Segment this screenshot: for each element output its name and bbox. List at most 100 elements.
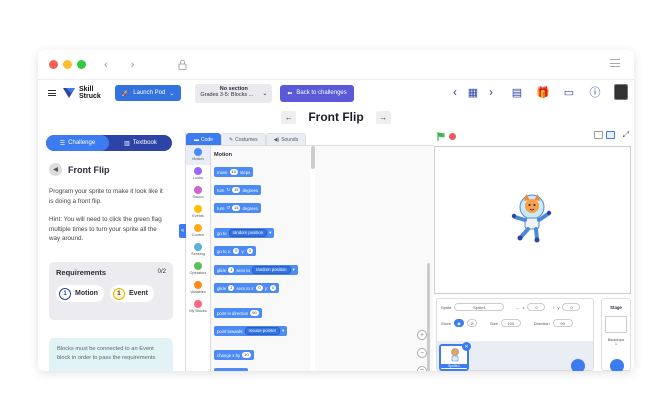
block-input[interactable]: 0: [246, 248, 253, 254]
speaker-icon[interactable]: ◀: [49, 163, 62, 176]
next-challenge-button[interactable]: →: [375, 110, 391, 124]
block-text: glide: [217, 285, 227, 291]
x-input[interactable]: 0: [527, 303, 546, 311]
vertical-arrows-icon: ↕: [552, 304, 555, 310]
chevron-right-icon[interactable]: ›: [484, 85, 498, 99]
block-glide-to[interactable]: glide 1 secs to random position ▾: [214, 265, 298, 275]
block-turn-left[interactable]: turn ↺ 15 degrees: [214, 203, 261, 213]
block-glide-to-xy[interactable]: glide 1 secs to x: 0 y: 0: [214, 283, 280, 293]
green-flag-icon[interactable]: [437, 132, 445, 141]
add-backdrop-button[interactable]: [610, 359, 624, 371]
category-my-blocks[interactable]: My Blocks: [186, 298, 210, 317]
direction-input[interactable]: 90: [552, 319, 573, 327]
block-go-to-xy[interactable]: go to x: 0 y: 0: [214, 246, 256, 256]
collapse-panel-icon[interactable]: «: [179, 224, 186, 238]
show-hidden-icon[interactable]: ⊘: [467, 319, 478, 327]
stage-thumbnail[interactable]: [605, 316, 627, 333]
show-visible-icon[interactable]: ◉: [454, 319, 465, 327]
category-sensing[interactable]: Sensing: [186, 241, 210, 260]
block-turn-right[interactable]: turn ↻ 15 degrees: [214, 185, 261, 195]
help-icon[interactable]: ⓘ: [588, 85, 602, 99]
astronaut-cat-sprite[interactable]: [505, 191, 555, 243]
gift-icon[interactable]: 🎁: [536, 85, 550, 99]
tab-challenge[interactable]: ☰ Challenge: [46, 135, 109, 151]
zoom-out-icon[interactable]: −: [417, 348, 427, 358]
large-stage-icon[interactable]: [606, 131, 615, 139]
tab-textbook[interactable]: ▥ Textbook: [109, 135, 172, 151]
tab-sounds[interactable]: ◀) Sounds: [265, 133, 307, 145]
category-variables[interactable]: Variables: [186, 279, 210, 298]
block-text: secs to: [236, 267, 250, 273]
category-dot-icon: [194, 224, 202, 232]
stage-canvas[interactable]: [434, 146, 631, 294]
monitor-icon[interactable]: ▭: [562, 85, 576, 99]
block-input[interactable]: 0: [270, 285, 277, 291]
block-go-to[interactable]: go to random position ▾: [214, 228, 275, 238]
zoom-in-icon[interactable]: +: [417, 330, 427, 340]
tab-code[interactable]: ▬ Code: [186, 133, 221, 145]
category-looks[interactable]: Looks: [186, 165, 210, 184]
block-input[interactable]: 15: [232, 205, 241, 211]
sprite-name-input[interactable]: Sprite1: [454, 303, 505, 311]
chevron-down-icon: ▾: [282, 328, 285, 333]
block-input[interactable]: 10: [229, 169, 238, 175]
list-icon: ☰: [59, 140, 66, 147]
delete-sprite-icon[interactable]: ✕: [462, 342, 471, 351]
tab-costumes[interactable]: ✎ Costumes: [220, 133, 266, 145]
hamburger-menu-icon[interactable]: [48, 90, 56, 96]
block-partial[interactable]: [214, 368, 248, 371]
browser-menu-icon[interactable]: [610, 59, 620, 67]
minimize-window-button[interactable]: [63, 60, 72, 69]
notes-icon[interactable]: ▤: [510, 85, 524, 99]
category-sound[interactable]: Sound: [186, 184, 210, 203]
code-icon: ▬: [194, 136, 199, 143]
block-move-steps[interactable]: move 10 steps: [214, 167, 254, 177]
tab-costumes-label: Costumes: [235, 136, 258, 143]
browser-nav-arrows[interactable]: ‹ ›: [104, 59, 144, 71]
page-title: Front Flip: [308, 110, 364, 124]
block-dropdown[interactable]: mouse-pointer: [244, 327, 281, 335]
zoom-reset-icon[interactable]: =: [417, 366, 427, 371]
block-point-towards[interactable]: point towards mouse-pointer ▾: [214, 326, 288, 336]
close-window-button[interactable]: [49, 60, 58, 69]
size-input[interactable]: 100: [500, 319, 521, 327]
block-dropdown[interactable]: random position: [251, 266, 291, 274]
small-stage-icon[interactable]: [594, 131, 603, 139]
block-input[interactable]: 0: [256, 285, 263, 291]
block-input[interactable]: 0: [233, 248, 240, 254]
block-point-direction[interactable]: point in direction 90: [214, 308, 262, 318]
category-events[interactable]: Events: [186, 203, 210, 222]
block-input[interactable]: 90: [250, 310, 259, 316]
maximize-window-button[interactable]: [77, 60, 86, 69]
block-input[interactable]: 10: [242, 352, 251, 358]
skillstruck-logo[interactable]: Skill Struck: [62, 86, 101, 100]
add-sprite-button[interactable]: [571, 359, 585, 371]
section-selector[interactable]: No section Grades 3-5: Blocks ... ⌄: [195, 83, 273, 103]
grid-icon[interactable]: ▦: [466, 85, 480, 99]
fullscreen-icon[interactable]: ⤢: [623, 130, 629, 140]
category-dot-icon: [194, 205, 202, 213]
y-input[interactable]: 0: [562, 303, 581, 311]
block-change-x[interactable]: change x by 10: [214, 350, 254, 360]
chevron-left-icon[interactable]: ‹: [448, 85, 462, 99]
category-label: Looks: [192, 176, 204, 180]
category-motion[interactable]: Motion: [186, 146, 210, 165]
block-input[interactable]: 1: [228, 285, 235, 291]
block-dropdown[interactable]: random position: [228, 229, 268, 237]
block-text: y:: [264, 285, 269, 291]
block-input[interactable]: 1: [228, 267, 235, 273]
script-scrollbar[interactable]: [427, 263, 430, 371]
stage-selector[interactable]: Stage Backdrops 1: [601, 298, 631, 371]
stop-icon[interactable]: [449, 133, 456, 140]
script-area[interactable]: + − =: [315, 146, 433, 371]
sprite-thumbnail[interactable]: ✕ Sprite1: [439, 342, 471, 371]
category-control[interactable]: Control: [186, 222, 210, 241]
previous-challenge-button[interactable]: ←: [281, 110, 297, 124]
back-to-challenges-button[interactable]: ⬅ Back to challenges: [280, 84, 354, 102]
category-operators[interactable]: Operators: [186, 260, 210, 279]
chevron-down-icon: ▾: [292, 267, 295, 272]
user-avatar[interactable]: [614, 84, 628, 100]
block-input[interactable]: 15: [232, 187, 241, 193]
launch-pod-button[interactable]: 🚀 Launch Pod ⌄: [114, 85, 182, 101]
stage-label: Stage: [610, 305, 622, 310]
